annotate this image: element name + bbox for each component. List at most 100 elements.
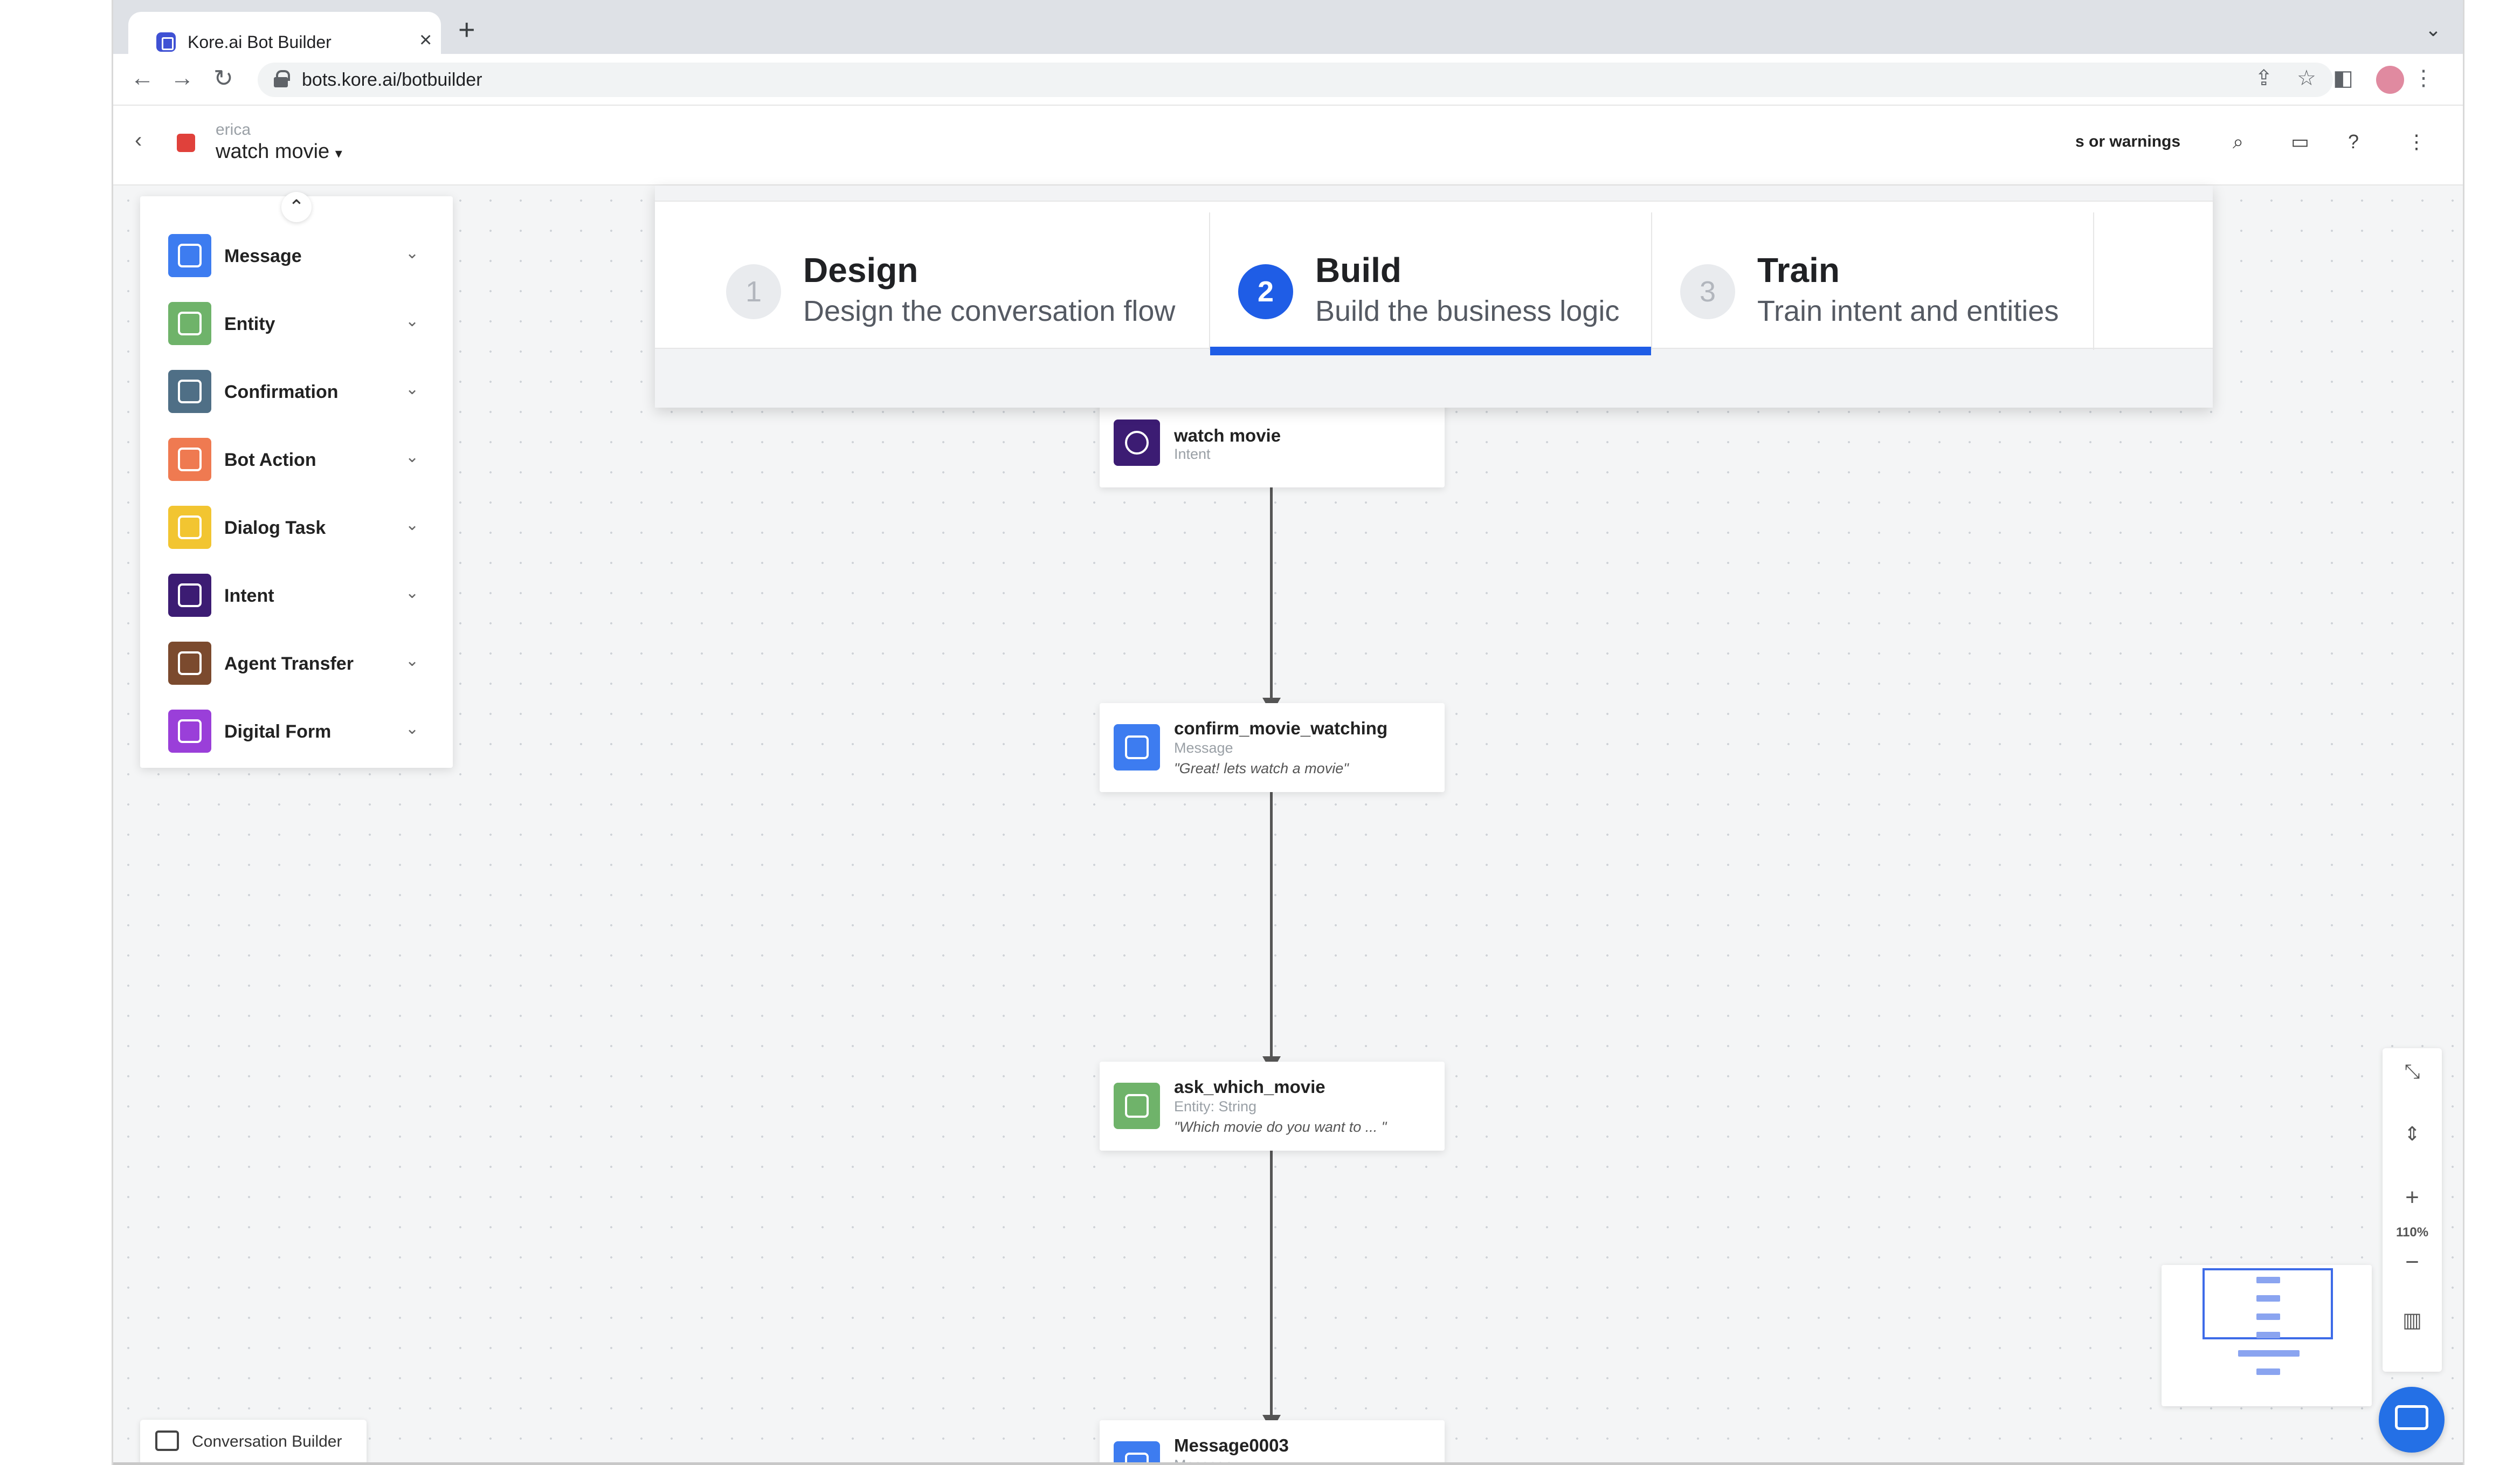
node-type: Entity: String bbox=[1174, 1098, 1257, 1115]
tab-search-chevron-icon[interactable]: ⌄ bbox=[2425, 18, 2441, 41]
palette-item-intent[interactable]: Intent ⌄ bbox=[168, 574, 438, 617]
intent-node[interactable]: watch movie Intent bbox=[1100, 398, 1445, 487]
palette-item-label: Confirmation bbox=[224, 382, 339, 402]
back-chevron-icon[interactable]: ‹ bbox=[135, 128, 142, 153]
fit-to-screen-icon[interactable]: ⤡ bbox=[2383, 1060, 2442, 1083]
flow-canvas[interactable]: ⌃ Message ⌄ Entity ⌄ Confirmation ⌄ Bot Action… bbox=[113, 185, 2463, 1465]
agent-transfer-icon bbox=[168, 642, 211, 685]
bot-name: watch movie bbox=[216, 140, 330, 163]
close-tab-icon[interactable]: × bbox=[419, 28, 432, 52]
address-bar[interactable]: bots.kore.ai/botbuilder ⇪ ☆ bbox=[258, 63, 2333, 97]
minimap-node bbox=[2256, 1313, 2280, 1320]
profile-avatar[interactable] bbox=[2376, 66, 2404, 94]
node-title: watch movie bbox=[1174, 425, 1281, 445]
palette-item-label: Message bbox=[224, 246, 302, 266]
step-subtitle: Train intent and entities bbox=[1757, 295, 2059, 327]
map-toggle-icon[interactable]: ▥ bbox=[2383, 1308, 2442, 1332]
node-title: Message0003 bbox=[1174, 1435, 1289, 1455]
forward-arrow-icon[interactable]: → bbox=[170, 65, 194, 92]
chevron-down-icon[interactable]: ⌄ bbox=[405, 244, 419, 263]
bot-action-icon bbox=[168, 438, 211, 481]
auto-arrange-icon[interactable]: ⇕ bbox=[2383, 1123, 2442, 1145]
message-node[interactable]: confirm_movie_watching Message "Great! l… bbox=[1100, 703, 1445, 792]
chevron-down-icon[interactable]: ⌄ bbox=[405, 312, 419, 331]
step-subtitle: Build the business logic bbox=[1315, 295, 1620, 327]
entity-icon bbox=[168, 302, 211, 345]
palette-item-bot-action[interactable]: Bot Action ⌄ bbox=[168, 438, 438, 481]
browser-menu-icon[interactable]: ⋮ bbox=[2413, 66, 2434, 91]
zoom-level: 110% bbox=[2395, 1225, 2429, 1240]
minimap-node bbox=[2256, 1368, 2280, 1375]
minimap-node bbox=[2256, 1295, 2280, 1302]
flow-connector bbox=[1270, 1151, 1273, 1420]
intent-icon bbox=[1114, 419, 1160, 466]
palette-item-message[interactable]: Message ⌄ bbox=[168, 234, 438, 277]
chevron-down-icon[interactable]: ⌄ bbox=[405, 380, 419, 398]
node-type: Intent bbox=[1174, 446, 1211, 462]
help-icon[interactable]: ? bbox=[2348, 130, 2359, 153]
chat-bubbles-icon bbox=[155, 1430, 179, 1451]
share-icon[interactable]: ⇪ bbox=[2255, 66, 2273, 91]
chevron-down-icon[interactable]: ⌄ bbox=[405, 448, 419, 466]
comment-icon[interactable]: ▭ bbox=[2291, 130, 2309, 153]
step-train[interactable]: 3 Train Train intent and entities bbox=[1652, 212, 2094, 350]
entity-icon bbox=[1114, 1083, 1160, 1129]
dialog-task-icon bbox=[168, 506, 211, 549]
step-title: Build bbox=[1315, 251, 1401, 290]
message-node[interactable]: Message0003 Message bbox=[1100, 1420, 1445, 1465]
chevron-down-icon[interactable]: ⌄ bbox=[405, 719, 419, 738]
palette-item-label: Bot Action bbox=[224, 450, 316, 470]
chat-icon bbox=[2395, 1405, 2428, 1430]
node-palette: ⌃ Message ⌄ Entity ⌄ Confirmation ⌄ Bot Action… bbox=[140, 192, 453, 768]
flow-connector bbox=[1270, 487, 1273, 703]
bot-icon bbox=[177, 134, 195, 152]
flow-connector bbox=[1270, 792, 1273, 1062]
step-number: 3 bbox=[1680, 264, 1735, 319]
warnings-link[interactable]: s or warnings bbox=[2075, 133, 2180, 151]
palette-item-agent-transfer[interactable]: Agent Transfer ⌄ bbox=[168, 642, 438, 685]
step-subtitle: Design the conversation flow bbox=[803, 295, 1176, 327]
new-tab-icon[interactable]: + bbox=[458, 13, 475, 46]
caret-down-icon: ▾ bbox=[335, 145, 342, 161]
conversation-builder-button[interactable]: Conversation Builder bbox=[140, 1420, 367, 1465]
palette-item-label: Entity bbox=[224, 314, 275, 334]
palette-item-digital-form[interactable]: Digital Form ⌄ bbox=[168, 710, 438, 753]
entity-node[interactable]: ask_which_movie Entity: String "Which mo… bbox=[1100, 1062, 1445, 1151]
palette-item-confirmation[interactable]: Confirmation ⌄ bbox=[168, 370, 438, 413]
palette-item-entity[interactable]: Entity ⌄ bbox=[168, 302, 438, 345]
bot-owner: erica bbox=[216, 121, 251, 139]
node-message: "Great! lets watch a movie" bbox=[1174, 760, 1349, 776]
palette-item-dialog-task[interactable]: Dialog Task ⌄ bbox=[168, 506, 438, 549]
digital-form-icon bbox=[168, 710, 211, 753]
search-icon[interactable]: ⌕ bbox=[2233, 130, 2243, 154]
step-design[interactable]: 1 Design Design the conversation flow bbox=[698, 212, 1210, 350]
more-options-icon[interactable]: ⋮ bbox=[2407, 130, 2426, 153]
step-build[interactable]: 2 Build Build the business logic bbox=[1210, 212, 1652, 355]
zoom-in-icon[interactable]: + bbox=[2383, 1184, 2442, 1211]
kore-favicon-icon bbox=[156, 32, 176, 52]
minimap[interactable] bbox=[2162, 1265, 2372, 1406]
step-title: Train bbox=[1757, 251, 1840, 290]
zoom-out-icon[interactable]: − bbox=[2383, 1249, 2442, 1276]
side-panel-icon[interactable]: ◧ bbox=[2333, 66, 2353, 91]
screen: Kore.ai Bot Builder × + ⌄ ← → ↻ bots.kor… bbox=[0, 0, 2520, 1465]
bot-name-dropdown[interactable]: watch movie ▾ bbox=[216, 140, 342, 163]
minimap-node bbox=[2256, 1277, 2280, 1283]
minimap-node bbox=[2238, 1350, 2300, 1357]
browser-toolbar: ← → ↻ bots.kore.ai/botbuilder ⇪ ☆ ◧ ⋮ bbox=[113, 54, 2463, 106]
chevron-down-icon[interactable]: ⌄ bbox=[405, 651, 419, 670]
message-icon bbox=[168, 234, 211, 277]
chevron-down-icon[interactable]: ⌄ bbox=[405, 583, 419, 602]
step-number: 2 bbox=[1238, 264, 1293, 319]
node-title: confirm_movie_watching bbox=[1174, 718, 1388, 738]
palette-item-label: Dialog Task bbox=[224, 518, 326, 538]
chevron-down-icon[interactable]: ⌄ bbox=[405, 515, 419, 534]
tab-title: Kore.ai Bot Builder bbox=[188, 32, 332, 52]
minimap-node bbox=[2256, 1332, 2280, 1338]
back-arrow-icon[interactable]: ← bbox=[130, 65, 154, 92]
chat-support-button[interactable] bbox=[2379, 1387, 2445, 1453]
reload-icon[interactable]: ↻ bbox=[213, 65, 233, 92]
collapse-palette-icon[interactable]: ⌃ bbox=[281, 192, 312, 222]
message-icon bbox=[1114, 724, 1160, 771]
bookmark-star-icon[interactable]: ☆ bbox=[2297, 66, 2316, 91]
